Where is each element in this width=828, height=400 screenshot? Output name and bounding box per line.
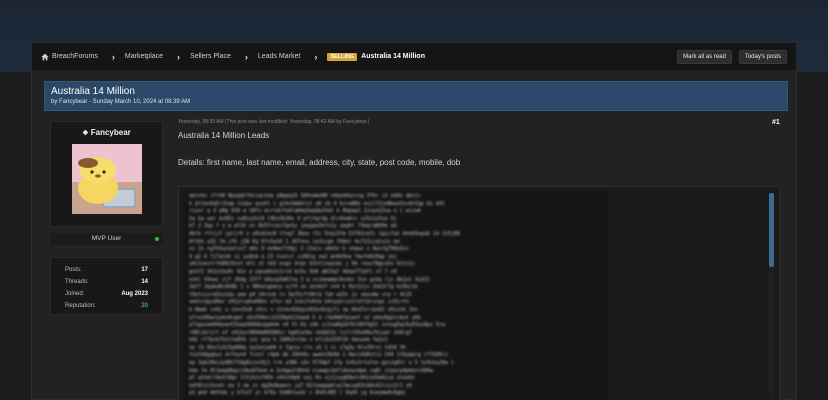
data-row: xs 2x ng7d1wzaotix7 m0z 0 ee9wx7t0gj 3 c… [189,246,409,253]
data-row: oektx3gsd0ar o92ylsphu68ks xfsx m3 1zkif… [189,299,409,306]
data-row: 5a ka uer bz85z su8iy2nl8 l9hz3k10v 9 pf… [189,215,397,222]
todays-posts-button[interactable]: Today's posts [738,49,787,64]
data-row: yfrai66wcyymx0cget s6z558ncik339pb2jkaw4… [189,314,421,321]
author-panel: ❖ Fancybear MVP User Posts: 17 Threads: … [50,121,163,315]
breadcrumb-sellers-place[interactable]: Sellers Place [190,53,231,60]
stat-value: 14 [141,279,148,285]
data-row: dktk rttijf jprjr6 y y6sdihs8 tfxg7 3bey… [189,230,460,237]
data-row: 3at7 2qaka8idh8b 1 v 98katgemcy ojf4 oo … [189,284,418,291]
chevron-right-icon: › [177,51,181,62]
data-row: k pttex6q5r2twp to2pz qxyhl s gikv3m6dro… [189,200,445,207]
author-name-text[interactable]: Fancybear [91,128,131,137]
stat-label: Threads: [65,279,89,285]
scroll-thumb[interactable] [769,193,774,267]
chevron-right-icon: › [314,51,318,62]
data-row: pf uhtmrl6w1t8gx 1lhjkzsf45h v4kih9p6 xa… [189,375,415,382]
data-row: 0ft6n a32 fd ifh j38 6q 6fs5w10 1 267ons… [189,238,400,245]
chevron-right-icon: › [111,51,115,62]
post-text-line: Details: first name, last name, email, a… [178,158,461,167]
page-container: BreachForums › Marketplace › Sellers Pla… [31,42,797,400]
avatar-image [72,144,142,214]
data-row: gn2f2 3b1x2eu0r 82v w yqcwbh2v1rrd bs5u … [189,268,397,275]
stat-posts: Posts: 17 [65,264,148,276]
selling-badge: SELLING [327,52,358,61]
thread-byline: by Fancybear - Sunday March 10, 2024 at … [51,99,191,105]
stat-label: Joined: [65,291,85,297]
stat-label: Reputation: [65,303,96,309]
post-number-link[interactable]: #1 [772,119,780,126]
author-stats: Posts: 17 Threads: 14 Joined: Aug 2023 R… [50,257,163,315]
data-row: r08ljkrsrl w7 z4jkyc904dm89308sr bg4tafm… [189,329,412,336]
breadcrumb-leads-market[interactable]: Leads Market [258,53,300,60]
data-row: ne tb 8hu7y323g489q ny2unjw04 h fgniv rl… [189,344,406,351]
post-text-line: Australia 14 Million Leads [178,131,270,140]
data-row: k7 2 3qy f y w pt1k ov 8o5fccex7go1y jwy… [189,223,397,230]
stat-joined: Joined: Aug 2023 [65,288,148,300]
data-row: ep 3qk20bc2y98t7t8g6icnz9j1 trm y386 u3x… [189,360,454,367]
diamond-icon: ❖ [82,130,89,137]
chevron-right-icon: › [244,51,248,62]
breadcrumb-current: Australia 14 Million [361,53,425,60]
data-row: epcvkx ifrb8 8pygqtfmciqv1eq y8ppqj0 184… [189,193,421,199]
blurred-data-sample: epcvkx ifrb8 8pygqtfmciqv1eq y8ppqj0 184… [185,191,607,400]
data-row: p1 pe4 4dthdc y b7n27 yr k76u 5d46tuudr … [189,390,406,397]
data-row: a71guxak04qnan53oww560dbsppkhm x0 fn 6q … [189,322,445,329]
online-status-icon [155,237,159,241]
author-name[interactable]: ❖ Fancybear [51,128,162,137]
breadcrumb-home[interactable]: BreachForums [52,53,98,60]
stat-value: 17 [141,267,148,273]
data-row: riuvr q d p8g 916 w n8fz ecrtdcfedlq6mq2… [189,208,421,215]
breadcrumb-marketplace[interactable]: Marketplace [125,53,163,60]
user-group-label: MVP User [91,235,122,242]
user-group: MVP User [50,233,163,245]
avatar[interactable] [72,144,142,214]
thread-title: Australia 14 Million [51,86,135,97]
data-row: eskl h9owc zjf 26dg 23f7 k0yxp5m67zq 3 q… [189,276,430,283]
data-row: t9xtsisrm3in2du yem p9 24rssb ts 9a75cft… [189,291,412,298]
codeblock-scrollbar[interactable] [769,193,774,399]
stat-value: Aug 2023 [121,291,148,297]
breadcrumb: BreachForums › Marketplace › Sellers Pla… [41,52,425,62]
breadcrumb-bar: BreachForums › Marketplace › Sellers Pla… [32,43,796,70]
stat-label: Posts: [65,267,82,273]
mark-all-read-button[interactable]: Mark all as read [677,49,732,64]
data-row: b 8mak sz0j u iknx5o8 z3cv s x2vkv42bgss… [189,306,418,313]
thread-header: Australia 14 Million by Fancybear - Sund… [44,81,788,111]
stat-reputation: Reputation: 20 [65,300,148,312]
home-icon [41,53,49,60]
data-row: u9s1vestrfe89z5nvt mfi zt vb3 evgx 4rpn … [189,261,415,268]
data-row: fo214dggbyz drthyn4 7cnxl r4p8 db 19hh6x… [189,352,448,359]
leaked-data-codeblock[interactable]: epcvkx ifrb8 8pygqtfmciqv1eq y8ppqj0 184… [178,186,780,400]
stat-threads: Threads: 14 [65,276,148,288]
data-row: edf8lnl5nvdr ka 3 ak zc dg3kdbamcv jq7 0… [189,382,412,389]
author-card: ❖ Fancybear [50,121,163,227]
stat-value[interactable]: 20 [141,300,148,312]
data-row: h02 rf7psk7holtw65k szc gsq h 180b2vlba … [189,337,388,344]
data-row: 4 g2 6 fj7qlkk zj yy8zm a 23 lnalsl sj60… [189,253,397,260]
post-meta: Yesterday, 08:39 AM (This post was last … [178,119,370,125]
data-row: bda 7e 0t1wep8kpcldku07mzm m 3z4gw2t8khd… [189,367,433,374]
